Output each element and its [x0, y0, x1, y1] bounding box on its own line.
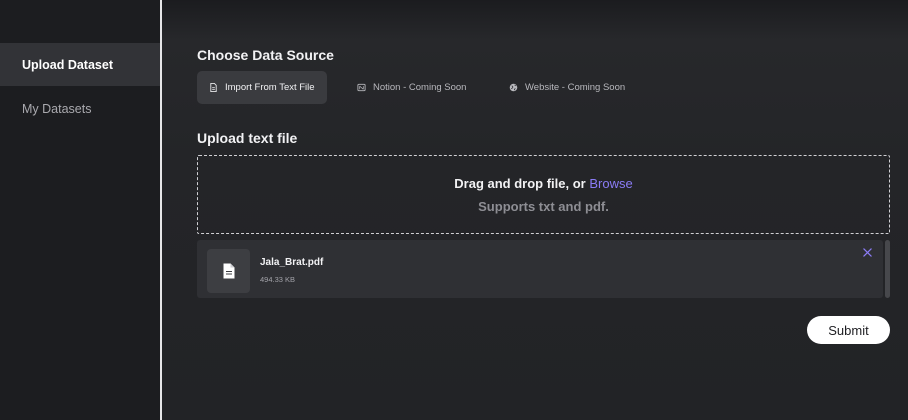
tab-website[interactable]: Website - Coming Soon [497, 71, 637, 104]
tab-label: Website - Coming Soon [525, 82, 626, 93]
notion-icon [357, 83, 366, 92]
supported-formats-text: Supports txt and pdf. [478, 198, 609, 214]
sidebar-item-label: My Datasets [22, 101, 92, 116]
upload-title: Upload text file [197, 130, 298, 146]
sidebar: Upload Dataset My Datasets [0, 0, 160, 420]
tab-label: Import From Text File [225, 82, 315, 93]
sidebar-item-label: Upload Dataset [22, 57, 113, 72]
file-size: 494.33 KB [260, 275, 296, 284]
file-text-icon [209, 83, 218, 92]
tab-label: Notion - Coming Soon [373, 82, 467, 93]
dropzone-prompt: Drag and drop file, or Browse [454, 176, 632, 191]
browse-link[interactable]: Browse [589, 176, 632, 191]
submit-button[interactable]: Submit [807, 316, 890, 344]
data-source-title: Choose Data Source [197, 47, 334, 63]
globe-icon [509, 83, 518, 92]
file-dropzone[interactable]: Drag and drop file, or Browse Supports t… [197, 155, 890, 234]
file-name: Jala_Brat.pdf [260, 257, 324, 268]
sidebar-item-upload-dataset[interactable]: Upload Dataset [0, 43, 160, 86]
tab-import-text-file[interactable]: Import From Text File [197, 71, 327, 104]
tab-notion[interactable]: Notion - Coming Soon [345, 71, 478, 104]
file-list-scrollbar[interactable] [885, 240, 890, 298]
file-icon [207, 249, 250, 293]
dropzone-prompt-text: Drag and drop file, or [454, 175, 590, 191]
main-content: Choose Data Source Import From Text File… [162, 0, 908, 420]
close-icon[interactable] [861, 246, 873, 258]
uploaded-file-card: Jala_Brat.pdf 494.33 KB [197, 240, 883, 298]
sidebar-item-my-datasets[interactable]: My Datasets [0, 87, 160, 130]
